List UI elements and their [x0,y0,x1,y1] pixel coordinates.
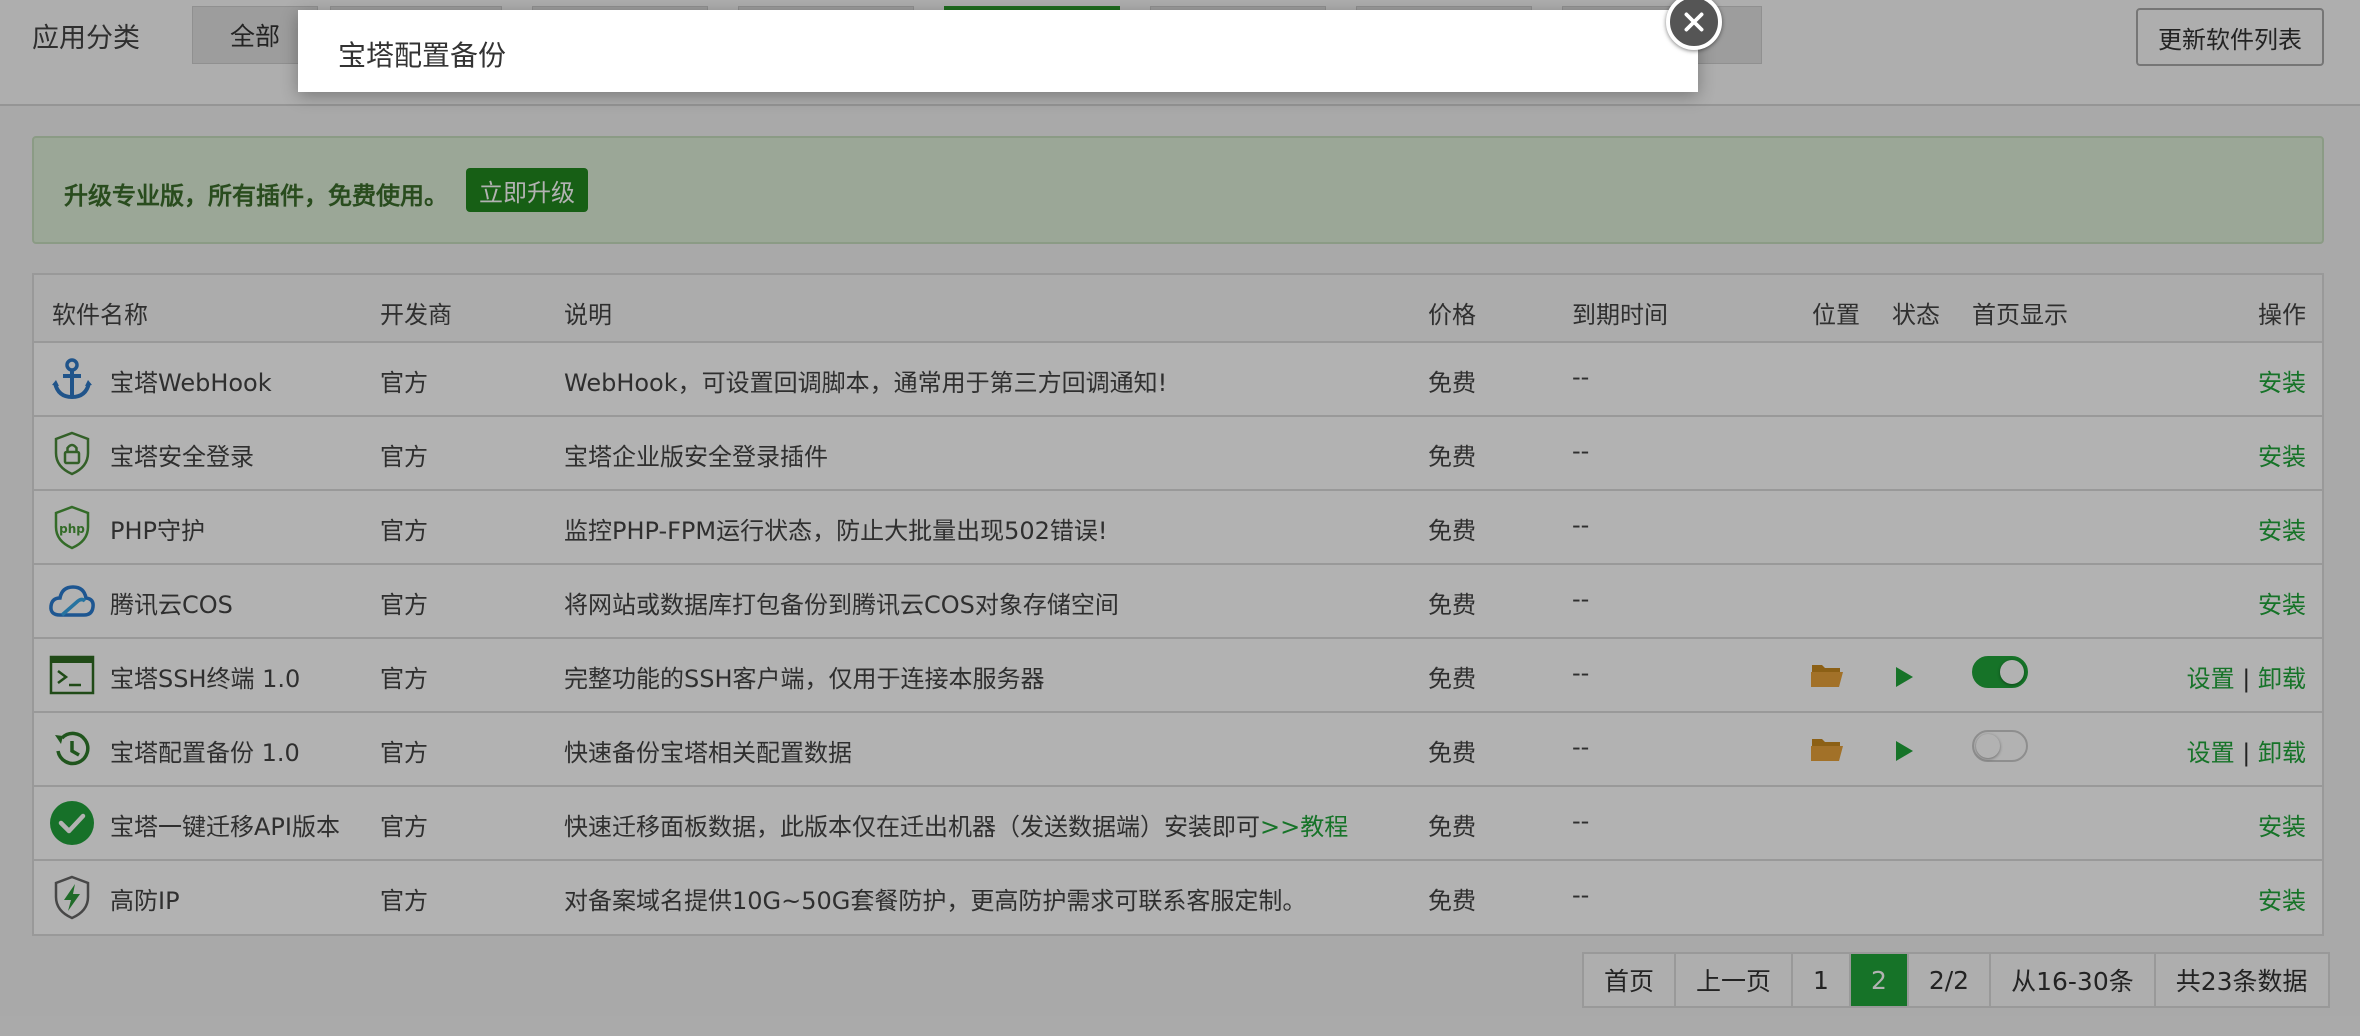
modal-overlay[interactable] [0,0,2360,1036]
modal-dialog: 宝塔配置备份 [298,10,1698,92]
modal-title: 宝塔配置备份 [338,39,507,72]
